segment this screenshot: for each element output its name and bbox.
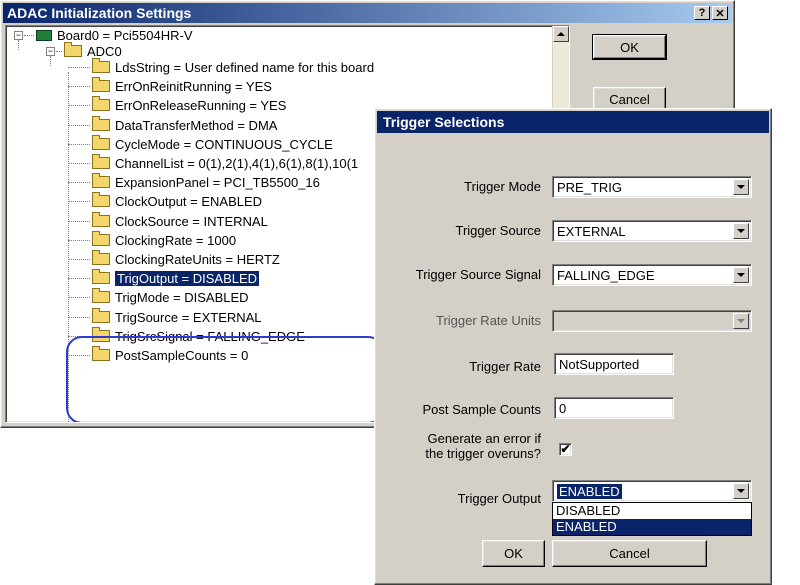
tree-item-label: TrigSource = EXTERNAL: [115, 309, 262, 325]
trigger-source-signal-value: FALLING_EDGE: [557, 267, 655, 283]
tree-group-label: ADC0: [87, 43, 122, 59]
trigger-rate-input[interactable]: NotSupported: [554, 353, 674, 375]
tree-item-label: ErrOnReinitRunning = YES: [115, 78, 272, 94]
tree-item-label: ClockingRate = 1000: [115, 232, 237, 248]
tree-item-label: ClockOutput = ENABLED: [115, 193, 263, 209]
folder-icon: [92, 96, 110, 111]
tree-item[interactable]: TrigMode = DISABLED: [92, 288, 249, 306]
trigger-output-dropdown-list[interactable]: DISABLED ENABLED: [552, 502, 752, 536]
adc0-collapse-toggle[interactable]: −: [46, 47, 55, 56]
tree-item[interactable]: ErrOnReinitRunning = YES: [92, 77, 272, 95]
folder-icon: [92, 269, 110, 284]
folder-icon: [92, 192, 110, 207]
folder-icon: [92, 308, 110, 323]
tree-item[interactable]: ClockOutput = ENABLED: [92, 192, 262, 210]
tree-item-label: ErrOnReleaseRunning = YES: [115, 97, 287, 113]
trigger-source-value: EXTERNAL: [557, 223, 626, 239]
main-ok-button[interactable]: OK: [592, 34, 667, 60]
board-icon: [36, 29, 52, 41]
root-collapse-toggle[interactable]: −: [14, 31, 23, 40]
main-titlebar[interactable]: ADAC Initialization Settings ? ✕: [3, 3, 732, 23]
trigger-mode-select[interactable]: PRE_TRIG: [552, 176, 752, 198]
tree-item-label: ClockingRateUnits = HERTZ: [115, 251, 280, 267]
trigger-output-label: Trigger Output: [457, 491, 541, 506]
tree-item[interactable]: ClockingRateUnits = HERTZ: [92, 250, 280, 268]
overrun-error-label-line2: the trigger overuns?: [425, 446, 541, 461]
chevron-down-icon[interactable]: [733, 179, 749, 195]
trigger-mode-value: PRE_TRIG: [557, 179, 623, 195]
trigger-source-signal-label: Trigger Source Signal: [415, 267, 541, 282]
folder-icon: [92, 116, 110, 131]
main-window-title: ADAC Initialization Settings: [7, 5, 192, 21]
trigger-mode-label: Trigger Mode: [464, 179, 541, 194]
overrun-error-label-line1: Generate an error if: [427, 431, 541, 446]
tree-item-label: ExpansionPanel = PCI_TB5500_16: [115, 174, 320, 190]
trigger-output-value: ENABLED: [556, 482, 623, 500]
tree-item[interactable]: LdsString = User defined name for this b…: [92, 58, 374, 76]
trigger-output-select[interactable]: ENABLED: [552, 480, 752, 502]
trigger-source-select[interactable]: EXTERNAL: [552, 220, 752, 242]
folder-icon: [92, 58, 110, 73]
trigger-selections-dialog: Trigger Selections Trigger Mode PRE_TRIG…: [374, 108, 772, 585]
folder-icon: [92, 135, 110, 150]
post-sample-counts-label: Post Sample Counts: [422, 402, 541, 417]
tree-item-label: TrigMode = DISABLED: [115, 289, 249, 305]
tree-item[interactable]: ClockingRate = 1000: [92, 231, 236, 249]
close-button[interactable]: ✕: [712, 6, 728, 20]
trigger-rate-units-select: [552, 310, 752, 332]
tree-root-label: Board0 = Pci5504HR-V: [57, 27, 193, 43]
chevron-down-icon[interactable]: [733, 223, 749, 239]
help-button[interactable]: ?: [694, 6, 710, 20]
folder-icon: [64, 42, 82, 57]
tree-item[interactable]: TrigSource = EXTERNAL: [92, 308, 262, 326]
folder-icon: [92, 250, 110, 265]
tree-item-label: DataTransferMethod = DMA: [115, 117, 278, 133]
overrun-error-label: Generate an error if the trigger overuns…: [425, 431, 541, 461]
folder-icon: [92, 212, 110, 227]
tree-item[interactable]: ErrOnReleaseRunning = YES: [92, 96, 286, 114]
trigger-rate-label: Trigger Rate: [469, 359, 541, 374]
dropdown-option-disabled[interactable]: DISABLED: [553, 503, 751, 519]
dialog-cancel-button[interactable]: Cancel: [552, 540, 707, 567]
tree-item-label: TrigOutput = DISABLED: [113, 269, 261, 287]
tree-item-label: LdsString = User defined name for this b…: [115, 59, 375, 75]
tree-item[interactable]: CycleMode = CONTINUOUS_CYCLE: [92, 135, 333, 153]
trigger-source-signal-select[interactable]: FALLING_EDGE: [552, 264, 752, 286]
chevron-down-icon[interactable]: [733, 483, 749, 499]
post-sample-counts-input[interactable]: 0: [554, 397, 674, 419]
tree-item[interactable]: TrigOutput = DISABLED: [92, 269, 261, 287]
trigger-rate-units-label: Trigger Rate Units: [436, 313, 541, 328]
tree-item[interactable]: ExpansionPanel = PCI_TB5500_16: [92, 173, 320, 191]
tree-item[interactable]: ChannelList = 0(1),2(1),4(1),6(1),8(1),1…: [92, 154, 358, 172]
chevron-down-icon[interactable]: [733, 267, 749, 283]
tree-item-label: ClockSource = INTERNAL: [115, 213, 268, 229]
chevron-down-icon: [733, 313, 749, 329]
tree-item-label: ChannelList = 0(1),2(1),4(1),6(1),8(1),1…: [115, 155, 359, 171]
folder-icon: [92, 288, 110, 303]
folder-icon: [92, 154, 110, 169]
tree-item[interactable]: DataTransferMethod = DMA: [92, 116, 277, 134]
tree-item[interactable]: ClockSource = INTERNAL: [92, 212, 268, 230]
folder-icon: [92, 173, 110, 188]
folder-icon: [92, 231, 110, 246]
dialog-titlebar[interactable]: Trigger Selections: [377, 111, 769, 133]
folder-icon: [92, 77, 110, 92]
dialog-title: Trigger Selections: [383, 114, 505, 130]
trigger-source-label: Trigger Source: [455, 223, 542, 238]
overrun-error-checkbox[interactable]: ✔: [559, 443, 572, 456]
scroll-up-button[interactable]: [553, 26, 569, 42]
dropdown-option-enabled[interactable]: ENABLED: [553, 519, 751, 535]
dialog-ok-button[interactable]: OK: [482, 540, 545, 567]
highlight-annotation-oval: [66, 336, 384, 422]
tree-item-label: CycleMode = CONTINUOUS_CYCLE: [115, 136, 333, 152]
